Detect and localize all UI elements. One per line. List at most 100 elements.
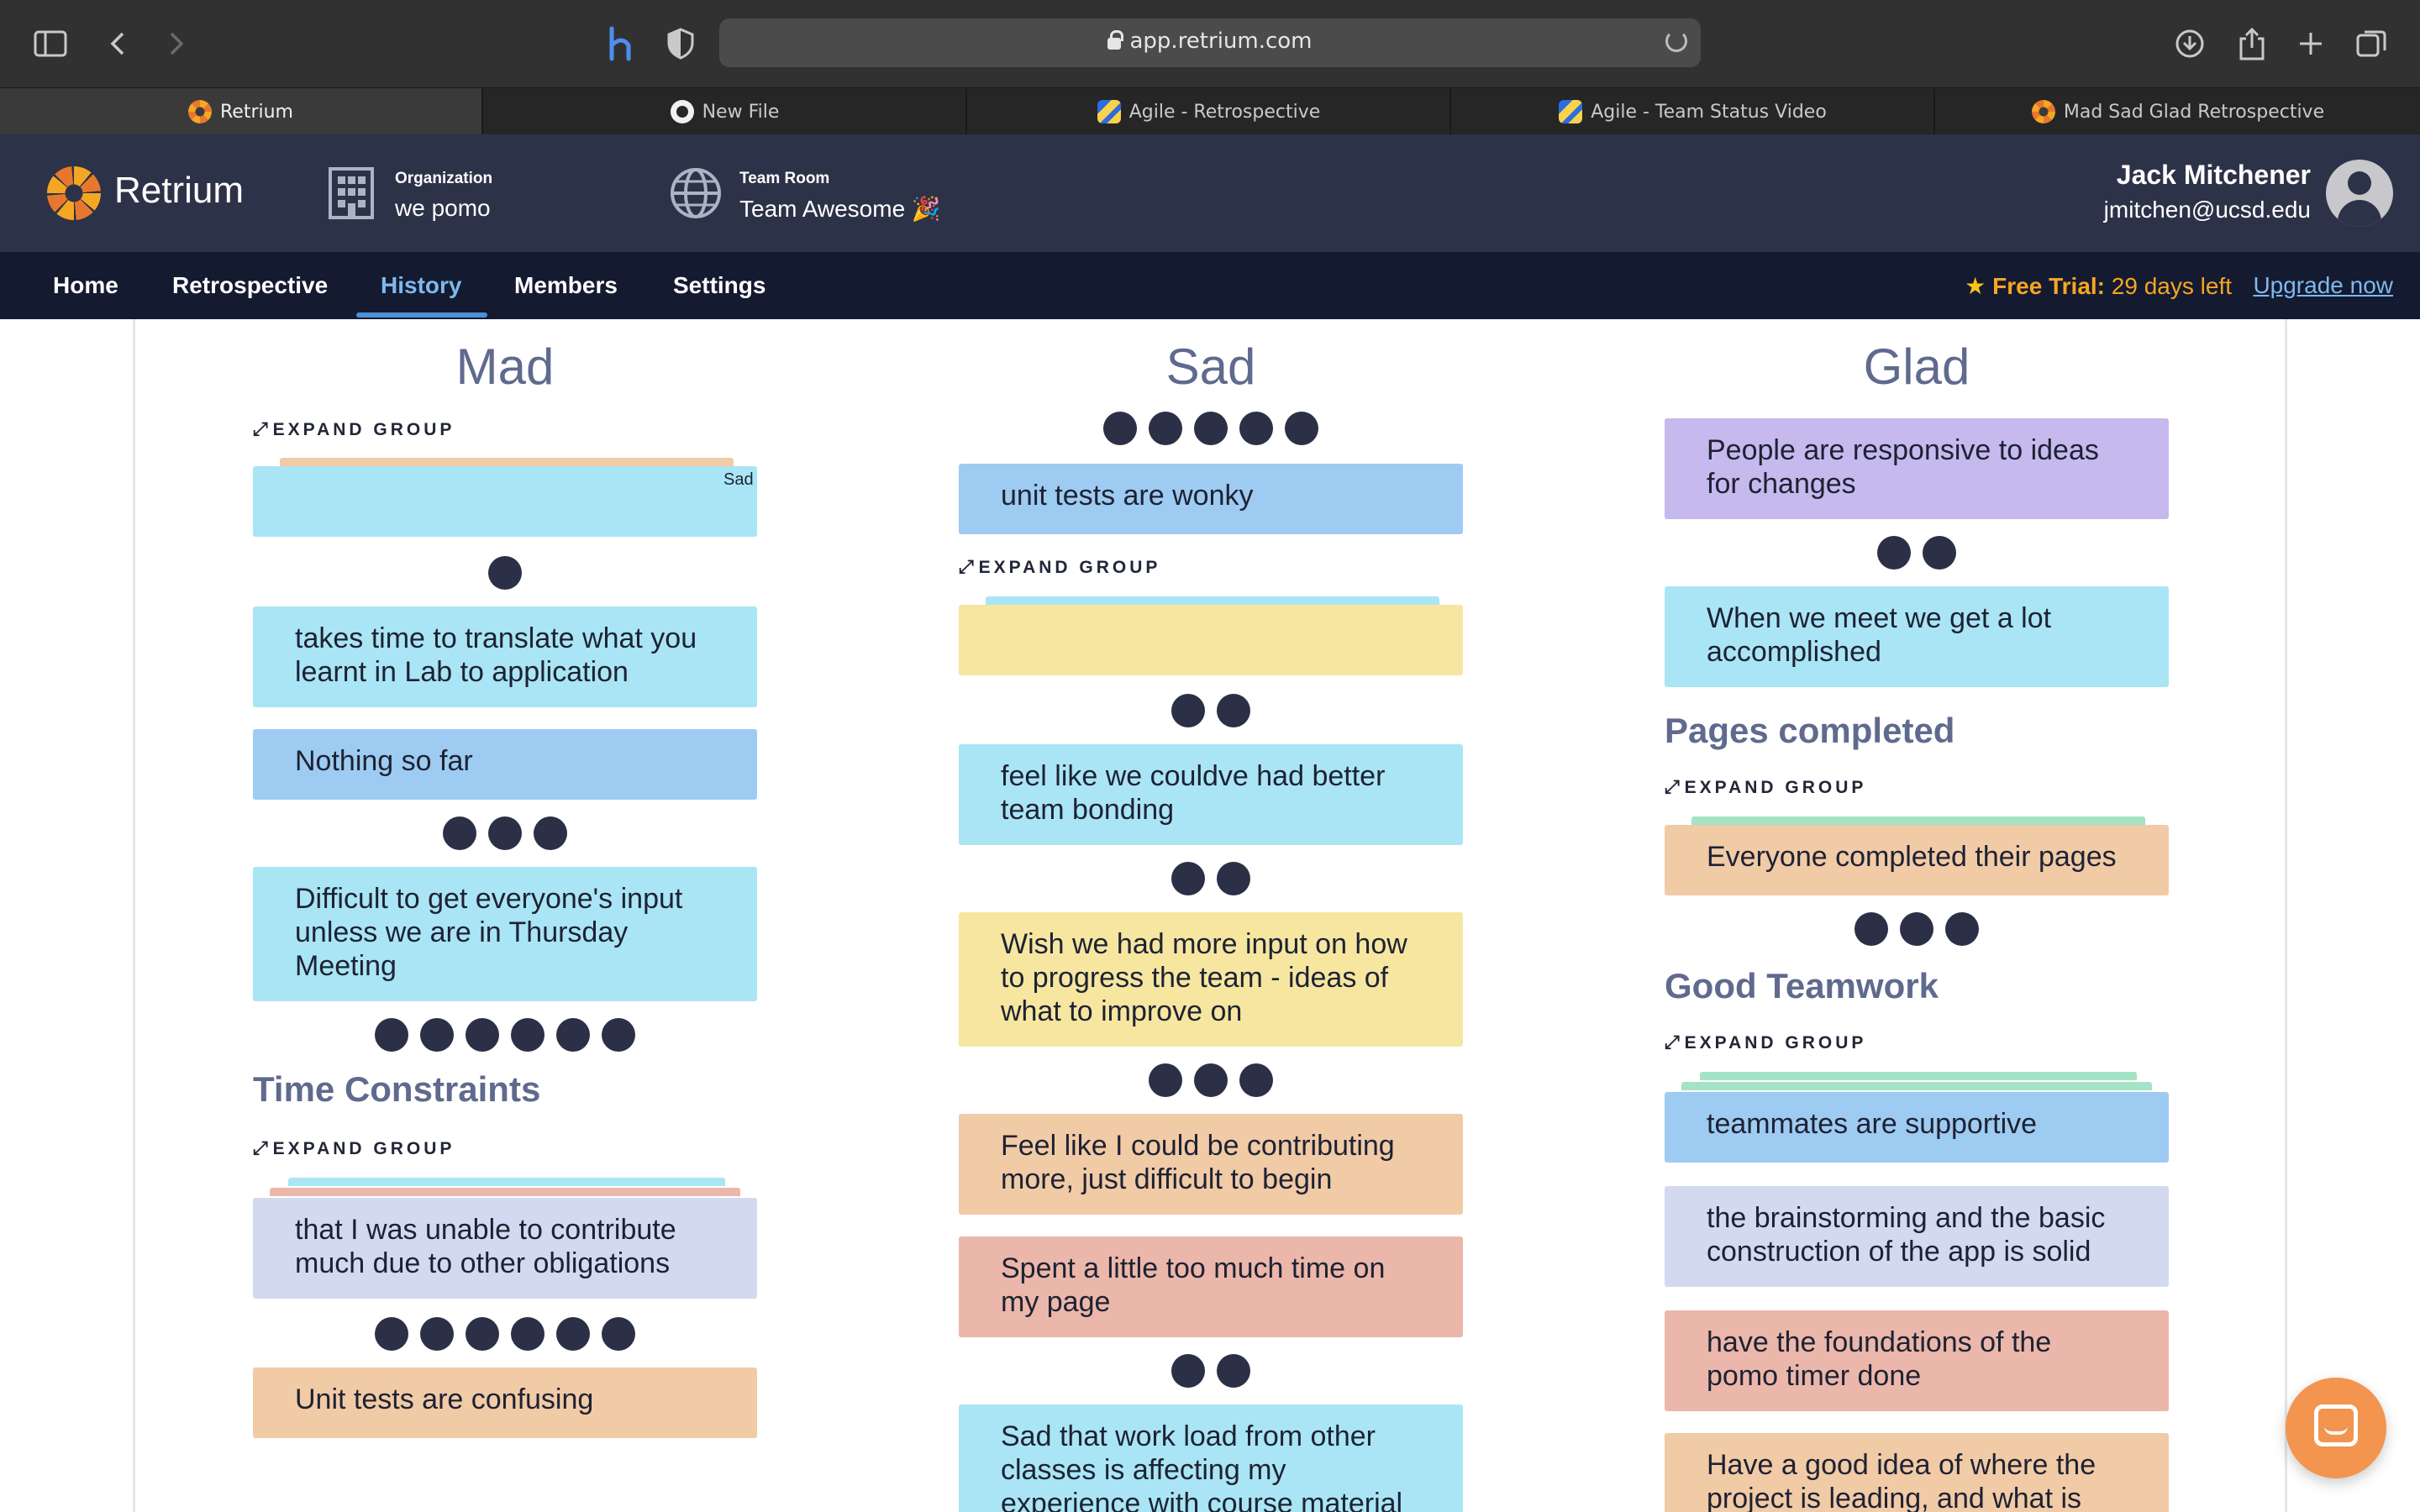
browser-tab-agile-retrospective[interactable]: Agile - Retrospective	[968, 88, 1451, 135]
card-text: teammates are supportive	[1707, 1108, 2038, 1140]
retro-card[interactable]: have the foundations of the pomo timer d…	[1665, 1310, 2169, 1411]
vote-dots	[253, 816, 757, 850]
retro-card[interactable]: unit tests are wonky	[959, 464, 1463, 534]
retro-card[interactable]: Nothing so far	[253, 729, 757, 800]
upgrade-link[interactable]: Upgrade now	[2253, 272, 2393, 299]
downloads-icon[interactable]	[2171, 25, 2208, 62]
chat-launcher-button[interactable]	[2286, 1378, 2386, 1478]
honey-extension-icon[interactable]	[602, 25, 639, 62]
card-text: unit tests are wonky	[1001, 480, 1254, 512]
card-stack-layer	[280, 458, 734, 466]
avatar[interactable]	[2326, 160, 2393, 227]
retro-card[interactable]: Difficult to get everyone's input unless…	[253, 867, 757, 1001]
vote-dot	[1171, 862, 1205, 895]
expand-group-button[interactable]: ⤢ EXPAND GROUP	[1665, 1032, 1866, 1053]
team-room-label: Team Room	[739, 170, 830, 187]
vote-dots	[1665, 912, 2169, 946]
retro-card[interactable]: the brainstorming and the basic construc…	[1665, 1186, 2169, 1287]
brand-name[interactable]: Retrium	[114, 170, 244, 212]
vote-dots	[1665, 536, 2169, 570]
retro-card[interactable]: Feel like I could be contributing more, …	[959, 1114, 1463, 1215]
retro-card[interactable]: Unit tests are confusing	[253, 1368, 757, 1438]
retro-card[interactable]: Wish we had more input on how to progres…	[959, 912, 1463, 1047]
privacy-shield-icon[interactable]	[662, 25, 699, 62]
browser-tab-retrium[interactable]: Retrium	[0, 88, 483, 135]
browser-toolbar: app.retrium.com	[0, 0, 2420, 87]
vote-dots	[959, 412, 1463, 445]
vote-dot	[511, 1018, 544, 1052]
nav-settings[interactable]: Settings	[673, 272, 765, 299]
retro-card[interactable]: teammates are supportive	[1665, 1092, 2169, 1163]
vote-dot	[466, 1018, 499, 1052]
share-icon[interactable]	[2233, 25, 2270, 62]
expand-icon: ⤢	[1665, 776, 1680, 797]
vote-dots	[959, 862, 1463, 895]
retro-card[interactable]: Everyone completed their pages	[1665, 825, 2169, 895]
card-text: that I was unable to contribute much due…	[295, 1214, 676, 1279]
vote-dot	[1923, 536, 1956, 570]
vote-dot	[1285, 412, 1318, 445]
nav-members[interactable]: Members	[514, 272, 618, 299]
organization-name[interactable]: we pomo	[395, 195, 491, 222]
retro-card[interactable]: Sad that work load from other classes is…	[959, 1404, 1463, 1512]
retro-card[interactable]	[959, 605, 1463, 675]
retrium-logo-icon[interactable]	[47, 166, 101, 220]
retro-card[interactable]: Spent a little too much time on my page	[959, 1236, 1463, 1337]
card-text: the brainstorming and the basic construc…	[1707, 1202, 2106, 1268]
retro-card[interactable]: takes time to translate what you learnt …	[253, 606, 757, 707]
browser-tab-agile-team-status[interactable]: Agile - Team Status Video	[1452, 88, 1935, 135]
nav-retrospective[interactable]: Retrospective	[172, 272, 328, 299]
trial-days: 29 days left	[2111, 273, 2232, 299]
card-text: Wish we had more input on how to progres…	[1001, 928, 1407, 1027]
browser-tab-bar: Retrium New File Agile - Retrospective A…	[0, 87, 2420, 135]
retro-card[interactable]: People are responsive to ideas for chang…	[1665, 418, 2169, 519]
browser-tab-new-file[interactable]: New File	[484, 88, 967, 135]
back-icon[interactable]	[99, 25, 136, 62]
vote-dot	[1217, 694, 1250, 727]
vote-dot	[1171, 1354, 1205, 1388]
vote-dots	[959, 694, 1463, 727]
building-icon	[328, 166, 378, 220]
sidebar-toggle-icon[interactable]	[32, 25, 69, 62]
new-tab-icon[interactable]	[2292, 25, 2329, 62]
tab-overview-icon[interactable]	[2353, 25, 2390, 62]
tab-title: Mad Sad Glad Retrospective	[2063, 101, 2325, 123]
active-tab-indicator	[356, 312, 487, 318]
user-name[interactable]: Jack Mitchener	[2117, 160, 2311, 191]
retro-card[interactable]: Have a good idea of where the project is…	[1665, 1433, 2169, 1512]
forward-icon[interactable]	[158, 25, 195, 62]
retro-card[interactable]: When we meet we get a lot accomplished	[1665, 586, 2169, 687]
reload-icon[interactable]	[1665, 30, 1687, 52]
retro-card[interactable]: feel like we couldve had better team bon…	[959, 744, 1463, 845]
url-text: app.retrium.com	[1129, 29, 1313, 54]
lock-icon	[1107, 30, 1124, 50]
vote-dot	[1217, 862, 1250, 895]
agile-icon	[1097, 100, 1121, 123]
expand-icon: ⤢	[253, 418, 268, 439]
vote-dots	[253, 1018, 757, 1052]
team-room-name[interactable]: Team Awesome 🎉	[739, 195, 941, 223]
retro-card[interactable]: that I was unable to contribute much due…	[253, 1198, 757, 1299]
nav-home[interactable]: Home	[53, 272, 118, 299]
vote-dot	[534, 816, 567, 850]
github-icon	[670, 100, 694, 123]
expand-label: EXPAND GROUP	[1684, 778, 1867, 797]
expand-group-button[interactable]: ⤢ EXPAND GROUP	[959, 556, 1160, 578]
expand-group-button[interactable]: ⤢ EXPAND GROUP	[253, 1137, 455, 1159]
vote-dot	[602, 1018, 635, 1052]
browser-tab-mad-sad-glad[interactable]: Mad Sad Glad Retrospective	[1936, 88, 2420, 135]
vote-dot	[511, 1317, 544, 1351]
card-stack-layer	[1681, 1082, 2152, 1090]
retro-card[interactable]	[253, 466, 757, 537]
vote-dot	[488, 556, 522, 590]
group-title-good-teamwork: Good Teamwork	[1665, 966, 1939, 1005]
address-bar[interactable]: app.retrium.com	[719, 18, 1701, 67]
vote-dot	[1149, 412, 1182, 445]
vote-dots	[253, 1317, 757, 1351]
nav-history[interactable]: History	[381, 272, 461, 299]
expand-group-button[interactable]: ⤢ EXPAND GROUP	[253, 418, 455, 440]
expand-group-button[interactable]: ⤢ EXPAND GROUP	[1665, 776, 1866, 798]
chat-icon	[2314, 1404, 2358, 1446]
expand-icon: ⤢	[959, 556, 974, 577]
globe-icon	[669, 166, 721, 220]
